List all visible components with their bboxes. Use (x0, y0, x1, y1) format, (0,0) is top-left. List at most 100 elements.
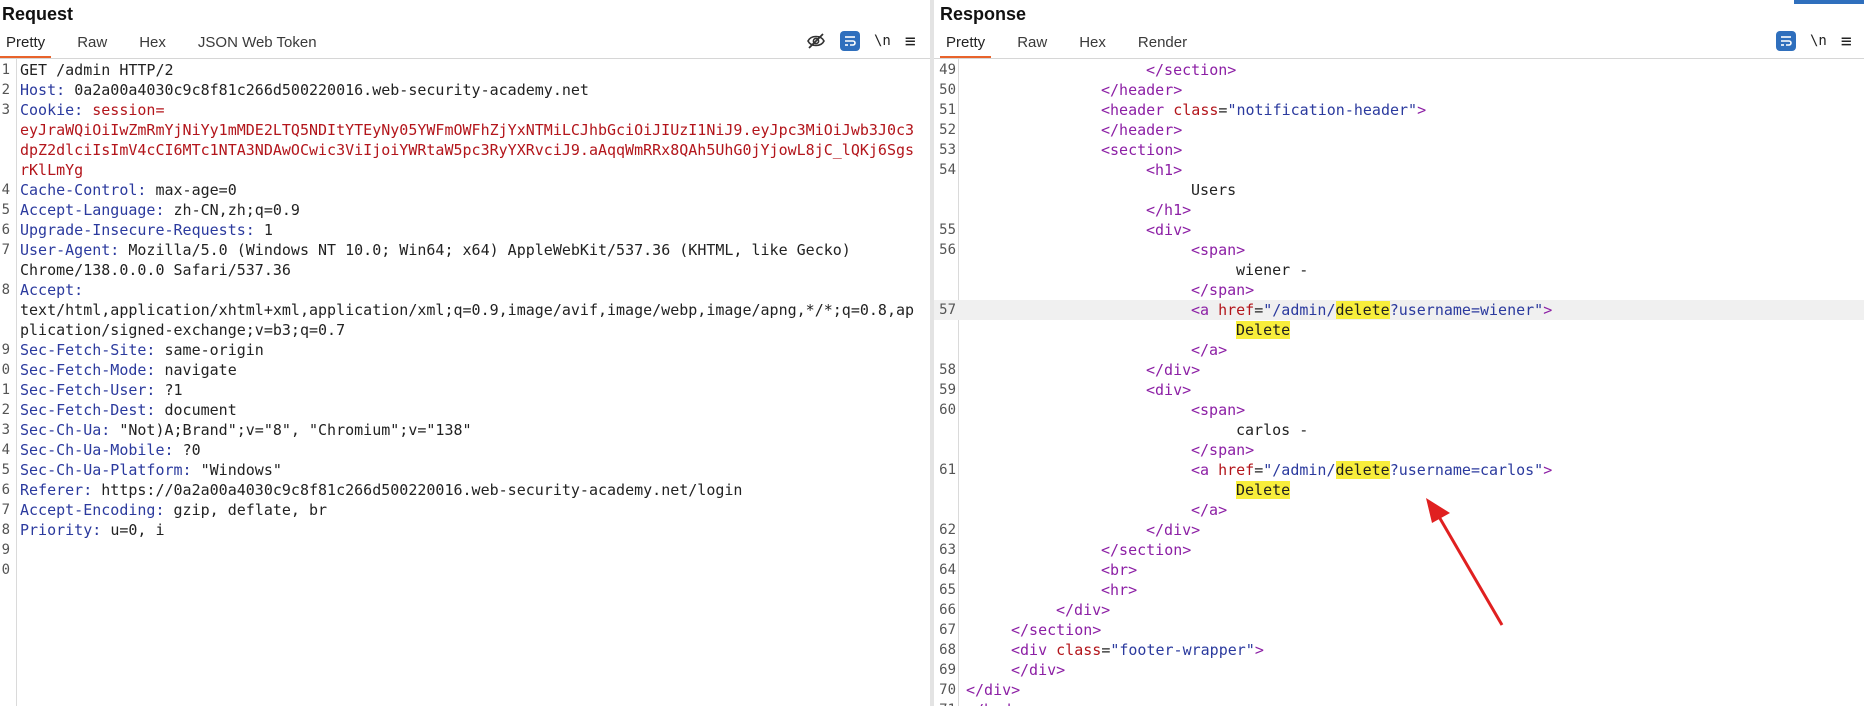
code-token: Mozilla/5.0 (Windows NT 10.0; Win64; x64… (128, 241, 851, 259)
code-token: ?0 (182, 441, 201, 459)
tab-hex[interactable]: Hex (1073, 32, 1112, 56)
code-line: 65 <hr> (934, 580, 1864, 600)
show-newlines-button[interactable]: \n (874, 30, 891, 52)
code-line: 60 <span> (934, 400, 1864, 420)
line-number: 56 (939, 242, 956, 258)
line-number: 3 (1, 422, 10, 438)
code-text: <br> (1101, 560, 1137, 580)
code-line: 70 </div> (934, 680, 1864, 700)
response-toolbar: \n ≡ (1776, 30, 1852, 52)
response-tabs: Pretty Raw Hex Render (940, 32, 1213, 59)
code-text: Sec-Ch-Ua-Platform: "Windows" (20, 460, 282, 480)
line-number: 59 (939, 382, 956, 398)
code-token: Priority: (20, 521, 111, 539)
code-line: carlos - (934, 420, 1864, 440)
code-text: </section> (1011, 620, 1101, 640)
code-token: Sec-Fetch-User: (20, 381, 165, 399)
code-text: Upgrade-Insecure-Requests: 1 (20, 220, 273, 240)
code-text: </span> (1191, 440, 1254, 460)
code-token: > (1543, 461, 1553, 479)
code-text: Chrome/138.0.0.0 Safari/537.36 (20, 260, 291, 280)
wrap-lines-icon (1781, 36, 1792, 46)
code-text: </a> (1191, 340, 1227, 360)
show-newlines-button[interactable]: \n (1810, 30, 1827, 52)
code-token: </body> (966, 701, 1029, 706)
code-line: 59 <div> (934, 380, 1864, 400)
code-line: 58 </div> (934, 360, 1864, 380)
line-number: 3 (1, 102, 10, 118)
code-text: wiener - (1236, 260, 1308, 280)
tab-raw[interactable]: Raw (1011, 32, 1053, 56)
hide-nonprinting-toggle[interactable] (806, 30, 826, 52)
code-text: <section> (1101, 140, 1182, 160)
code-line: 62 </div> (934, 520, 1864, 540)
menu-icon[interactable]: ≡ (1841, 30, 1852, 52)
response-panel: Response Pretty Raw Hex Render \n ≡ 49 </… (934, 0, 1864, 706)
menu-icon[interactable]: ≡ (905, 30, 916, 52)
code-line: Chrome/138.0.0.0 Safari/537.36 (0, 260, 926, 280)
code-text: Sec-Fetch-Site: same-origin (20, 340, 264, 360)
response-editor[interactable]: 49 </section> 50 </header> 51 <header class="… (934, 60, 1864, 706)
code-line: 6 Upgrade-Insecure-Requests: 1 (0, 220, 926, 240)
code-line: 61 <a href="/admin/delete?username=carlos… (934, 460, 1864, 480)
line-number: 6 (1, 222, 10, 238)
line-number: 57 (939, 302, 956, 318)
line-number: 70 (939, 682, 956, 698)
code-line: 7 Accept-Encoding: gzip, deflate, br (0, 500, 926, 520)
line-number: 9 (1, 342, 10, 358)
code-line: 5 Sec-Ch-Ua-Platform: "Windows" (0, 460, 926, 480)
code-token: Cookie: (20, 101, 93, 119)
code-text: <h1> (1146, 160, 1182, 180)
line-number: 62 (939, 522, 956, 538)
code-line: 1 Sec-Fetch-User: ?1 (0, 380, 926, 400)
code-token: </section> (1146, 61, 1237, 79)
tab-hex[interactable]: Hex (133, 32, 172, 56)
code-text: </div> (1146, 360, 1200, 380)
code-line: 71 </body> (934, 700, 1864, 706)
request-panel: Request Pretty Raw Hex JSON Web Token \n… (0, 0, 930, 706)
wrap-lines-button[interactable] (1776, 31, 1796, 51)
code-token: </a> (1191, 501, 1228, 519)
code-text: </div> (1056, 600, 1110, 620)
code-token: <span> (1191, 241, 1246, 259)
code-token: </div> (1146, 361, 1201, 379)
tab-json-web-token[interactable]: JSON Web Token (192, 32, 323, 56)
code-text: <span> (1191, 400, 1245, 420)
wrap-lines-icon (845, 36, 856, 46)
tab-pretty[interactable]: Pretty (0, 32, 52, 59)
line-number: 68 (939, 642, 956, 658)
code-token: > (1254, 641, 1264, 659)
code-token: </div> (1056, 601, 1111, 619)
code-line: 66 </div> (934, 600, 1864, 620)
tab-render[interactable]: Render (1132, 32, 1193, 56)
tab-pretty[interactable]: Pretty (940, 32, 992, 59)
request-editor[interactable]: 1 GET /admin HTTP/2 2 Host: 0a2a00a4030c9c8… (0, 60, 926, 580)
code-text: <div> (1146, 380, 1191, 400)
search-highlight: delete (1335, 461, 1390, 479)
code-token: same-origin (164, 341, 264, 359)
code-line: 54 <h1> (934, 160, 1864, 180)
code-line: 8 Accept: (0, 280, 926, 300)
line-number: 54 (939, 162, 956, 178)
code-token: zh-CN,zh;q=0.9 (173, 201, 300, 219)
wrap-lines-button[interactable] (840, 31, 860, 51)
line-number: 8 (1, 522, 10, 538)
code-line: 51 <header class="notification-header"> (934, 100, 1864, 120)
line-number: 0 (1, 562, 10, 578)
code-token: = (1254, 461, 1264, 479)
code-token: </section> (1011, 621, 1102, 639)
search-highlight: Delete (1236, 481, 1291, 499)
line-number: 71 (934, 700, 956, 706)
line-number: 60 (939, 402, 956, 418)
code-text: <div class="footer-wrapper"> (1011, 640, 1264, 660)
code-line: 2 Sec-Fetch-Dest: document (0, 400, 926, 420)
code-line: 3 Sec-Ch-Ua: "Not)A;Brand";v="8", "Chromi… (0, 420, 926, 440)
code-token: 0a2a00a4030c9c8f81c266d500220016.web-sec… (74, 81, 589, 99)
code-token: class (1056, 641, 1102, 659)
code-text: Cache-Control: max-age=0 (20, 180, 237, 200)
tab-raw[interactable]: Raw (71, 32, 113, 56)
code-line: wiener - (934, 260, 1864, 280)
code-token: </h1> (1146, 201, 1192, 219)
code-token: Sec-Fetch-Mode: (20, 361, 165, 379)
code-token: <div> (1146, 221, 1192, 239)
